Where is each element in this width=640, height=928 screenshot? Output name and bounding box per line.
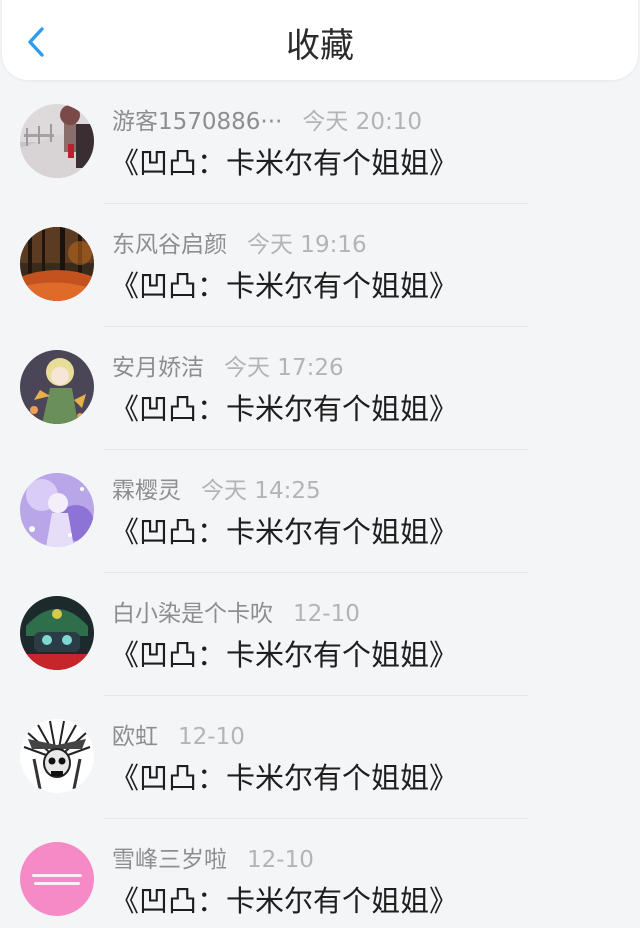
skull-headdress-avatar[interactable] [20,719,94,793]
list-item[interactable]: 安月娇洁 今天 17:26 《凹凸：卡米尔有个姐姐》 [0,327,640,450]
timestamp: 今天 14:25 [201,478,321,504]
username[interactable]: 安月娇洁 [112,355,204,381]
anime-girl-avatar[interactable] [20,350,94,424]
nav-header: 收藏 [2,0,638,80]
favorite-title[interactable]: 《凹凸：卡米尔有个姐姐》 [110,512,458,552]
purple-anime-avatar[interactable] [20,473,94,547]
favorite-title[interactable]: 《凹凸：卡米尔有个姐姐》 [110,635,458,675]
street-scene-avatar[interactable] [20,104,94,178]
list-item[interactable]: 雪峰三岁啦 12-10 《凹凸：卡米尔有个姐姐》 [0,819,640,928]
timestamp: 今天 19:16 [247,232,367,258]
green-hair-anime-avatar[interactable] [20,596,94,670]
page-title: 收藏 [286,26,354,66]
timestamp: 12-10 [178,724,245,750]
autumn-forest-avatar[interactable] [20,227,94,301]
username[interactable]: 雪峰三岁啦 [112,847,227,873]
favorite-title[interactable]: 《凹凸：卡米尔有个姐姐》 [110,143,458,183]
list-item[interactable]: 东风谷启颜 今天 19:16 《凹凸：卡米尔有个姐姐》 [0,204,640,327]
username[interactable]: 欧虹 [112,724,158,750]
timestamp: 12-10 [293,601,360,627]
pink-text-avatar[interactable] [20,842,94,916]
username[interactable]: 霖樱灵 [112,478,181,504]
timestamp: 今天 20:10 [302,109,422,135]
favorite-title[interactable]: 《凹凸：卡米尔有个姐姐》 [110,758,458,798]
favorite-title[interactable]: 《凹凸：卡米尔有个姐姐》 [110,389,458,429]
username[interactable]: 游客1570886··· [112,109,282,135]
username[interactable]: 白小染是个卡吹 [112,601,273,627]
favorite-title[interactable]: 《凹凸：卡米尔有个姐姐》 [110,881,458,921]
favorites-page: 收藏 游客1570886··· 今天 20:10 《凹凸：卡米尔有个姐姐》 东风… [0,0,640,928]
timestamp: 今天 17:26 [224,355,344,381]
favorites-list: 游客1570886··· 今天 20:10 《凹凸：卡米尔有个姐姐》 东风谷启颜… [0,81,640,928]
favorite-title[interactable]: 《凹凸：卡米尔有个姐姐》 [110,266,458,306]
list-item[interactable]: 欧虹 12-10 《凹凸：卡米尔有个姐姐》 [0,696,640,819]
list-item[interactable]: 白小染是个卡吹 12-10 《凹凸：卡米尔有个姐姐》 [0,573,640,696]
timestamp: 12-10 [247,847,314,873]
list-item[interactable]: 霖樱灵 今天 14:25 《凹凸：卡米尔有个姐姐》 [0,450,640,573]
username[interactable]: 东风谷启颜 [112,232,227,258]
list-item[interactable]: 游客1570886··· 今天 20:10 《凹凸：卡米尔有个姐姐》 [0,81,640,204]
